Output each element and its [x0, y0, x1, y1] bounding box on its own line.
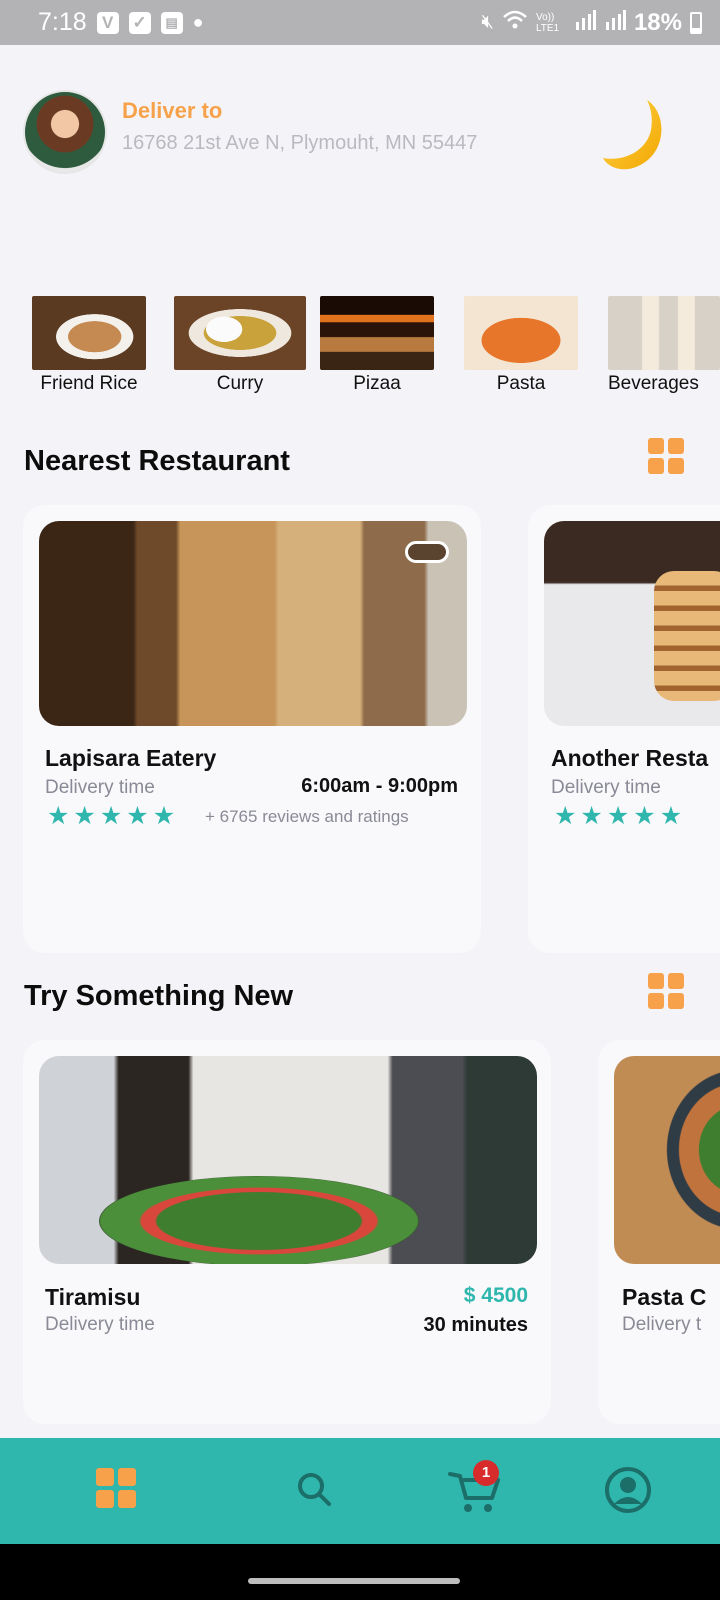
- star-icon: ★: [73, 801, 96, 830]
- home-indicator[interactable]: [248, 1578, 460, 1584]
- moon-icon[interactable]: [603, 96, 667, 172]
- star-icon: ★: [659, 801, 683, 830]
- delivery-time-label: Delivery t: [622, 1314, 702, 1335]
- signal-icon-2: [604, 10, 626, 35]
- deliver-to-label: Deliver to: [122, 98, 223, 123]
- dish-card[interactable]: Tiramisu $ 4500 Delivery time 30 minutes: [23, 1040, 551, 1424]
- grid-view-icon[interactable]: [648, 973, 684, 1009]
- star-icon: ★: [152, 801, 176, 830]
- delivery-duration: 30 minutes: [423, 1314, 528, 1336]
- delivery-time-label: Delivery time: [551, 777, 661, 798]
- bottom-nav: [0, 1438, 720, 1544]
- check-icon: ✓: [128, 11, 151, 34]
- mute-icon: 🔇︎: [481, 11, 494, 33]
- signal-icon: [574, 10, 596, 35]
- reviews-count: + 6765 reviews and ratings: [205, 807, 409, 826]
- restaurant-name: Lapisara Eatery: [45, 745, 217, 771]
- fried-rice-image: [32, 296, 146, 370]
- star-rating: ★ ★ ★ ★ ★: [47, 803, 175, 828]
- restaurant-card[interactable]: Another Resta Delivery time ★ ★ ★ ★ ★: [528, 505, 720, 953]
- home-grid-icon[interactable]: [96, 1468, 144, 1516]
- battery-percent: 18%: [633, 8, 682, 36]
- category-label: Curry: [216, 373, 264, 394]
- dish-name: Tiramisu: [45, 1284, 141, 1310]
- profile-icon[interactable]: [604, 1466, 652, 1514]
- star-rating: ★ ★ ★ ★ ★: [554, 803, 682, 828]
- opening-hours: 6:00am - 9:00pm: [301, 775, 458, 797]
- category-pasta[interactable]: Pasta: [464, 296, 578, 395]
- restaurant-name: Another Resta: [551, 745, 709, 771]
- calendar-icon: ▤: [160, 11, 183, 34]
- delivery-time-label: Delivery time: [45, 1314, 155, 1335]
- delivery-time-label: Delivery time: [45, 777, 155, 798]
- star-icon: ★: [99, 801, 123, 830]
- category-curry[interactable]: Curry: [174, 296, 306, 395]
- photo-thumbnail-icon[interactable]: [405, 541, 449, 563]
- gesture-bar: [0, 1544, 720, 1600]
- curry-image: [174, 296, 306, 370]
- category-label: Friend Rice: [40, 373, 138, 394]
- status-bar: 7:18 V ✓ ▤ ● 🔇︎ Vo)) LTE1 18%: [0, 0, 720, 45]
- wifi-icon: [502, 9, 528, 36]
- salad-plate: [99, 1176, 419, 1264]
- pizza-image: [320, 296, 434, 370]
- dish-photo: [39, 1056, 537, 1264]
- star-icon: ★: [633, 801, 656, 830]
- dish-name: Pasta C: [622, 1284, 707, 1310]
- category-pizaa[interactable]: Pizaa: [320, 296, 434, 395]
- search-icon[interactable]: [292, 1466, 340, 1514]
- category-beverages[interactable]: Beverages: [608, 296, 720, 395]
- avatar[interactable]: [23, 90, 107, 174]
- network-label: Vo)) LTE1: [535, 11, 560, 34]
- dish-price: $ 4500: [463, 1284, 528, 1307]
- delivery-address[interactable]: 16768 21st Ave N, Plymouht, MN 55447: [122, 132, 477, 155]
- category-label: Pasta: [496, 373, 546, 394]
- category-label: Beverages: [608, 373, 699, 394]
- battery-icon: [690, 11, 702, 34]
- try-something-new-title: Try Something New: [24, 980, 294, 1012]
- dish-card[interactable]: Pasta C Delivery t: [598, 1040, 720, 1424]
- restaurant-card[interactable]: Lapisara Eatery Delivery time 6:00am - 9…: [23, 505, 481, 953]
- star-icon: ★: [126, 801, 149, 830]
- v-app-icon: V: [96, 11, 119, 34]
- pasta-image: [464, 296, 578, 370]
- cart-count-badge: 1: [473, 1460, 499, 1486]
- star-icon: ★: [47, 801, 70, 830]
- dot-icon: ●: [192, 12, 204, 32]
- restaurant-photo: [544, 521, 720, 726]
- restaurant-photo: [39, 521, 467, 726]
- status-time: 7:18: [38, 8, 87, 36]
- star-icon: ★: [606, 801, 630, 830]
- category-friend-rice[interactable]: Friend Rice: [32, 296, 146, 395]
- pancake-stack: [654, 571, 720, 701]
- beverages-image: [608, 296, 720, 370]
- star-icon: ★: [554, 801, 577, 830]
- star-icon: ★: [580, 801, 603, 830]
- dish-photo: [614, 1056, 720, 1264]
- grid-view-icon[interactable]: [648, 438, 684, 474]
- category-label: Pizaa: [353, 373, 401, 394]
- nearest-restaurant-title: Nearest Restaurant: [24, 445, 290, 477]
